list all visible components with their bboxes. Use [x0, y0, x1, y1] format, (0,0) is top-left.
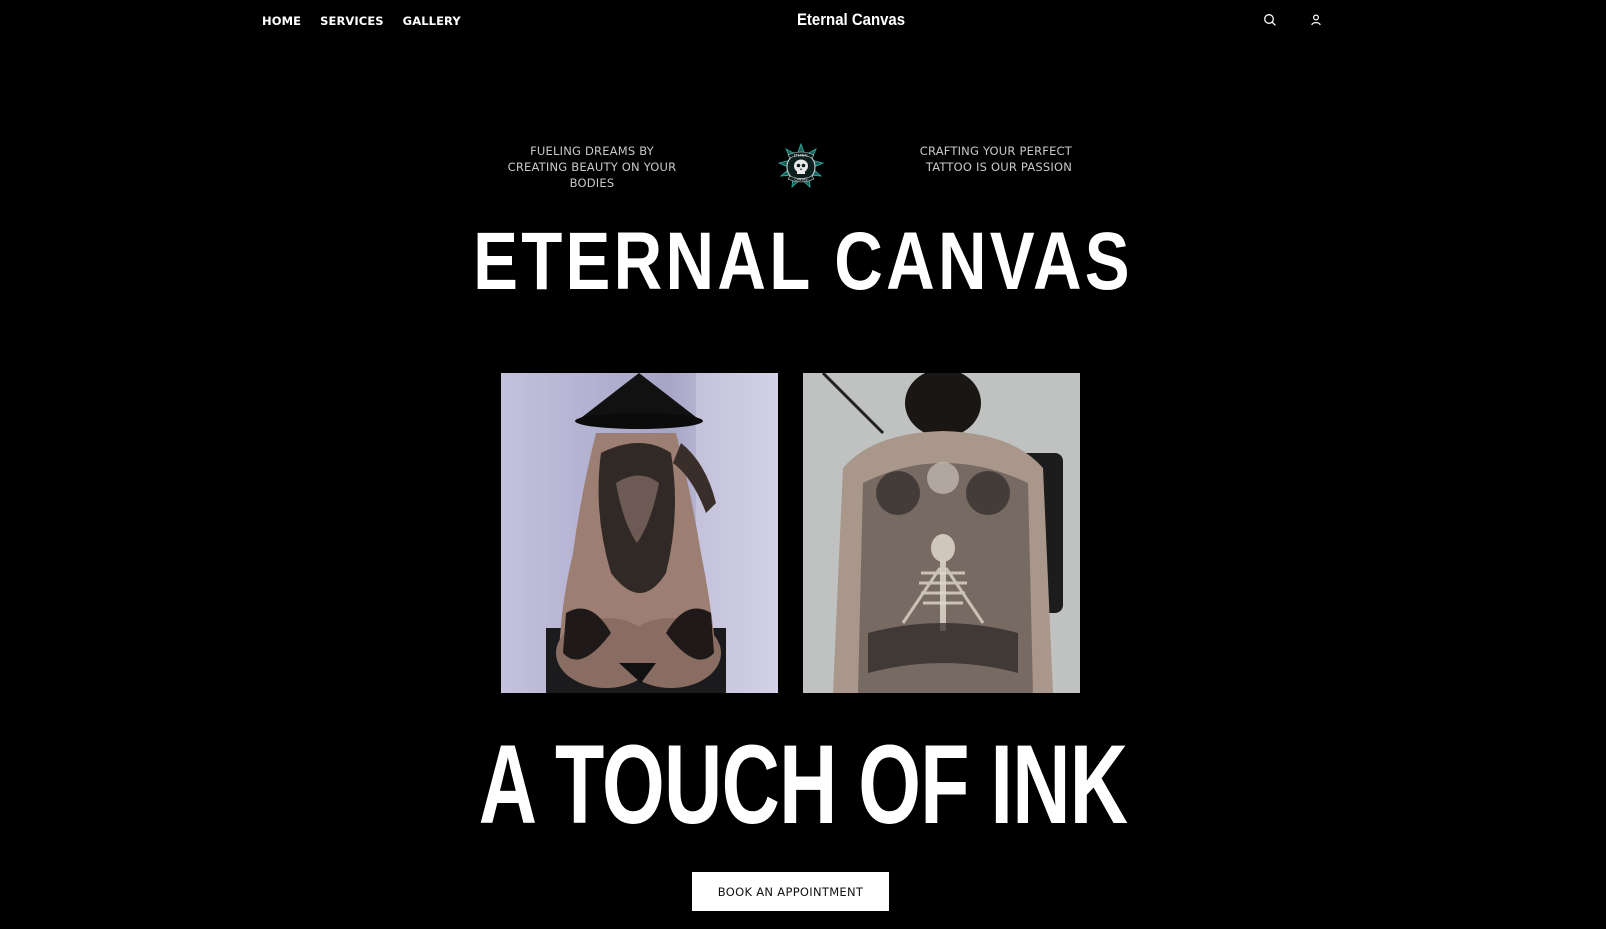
nav-services-link[interactable]: SERVICES [320, 13, 384, 29]
top-navigation: HOME SERVICES GALLERY Eternal Canvas [0, 0, 1606, 42]
tattoo-photo-left [501, 373, 778, 693]
tagline-right: CRAFTING YOUR PERFECT TATTOO IS OUR PASS… [919, 144, 1072, 174]
book-appointment-button[interactable]: BOOK AN APPOINTMENT [692, 872, 889, 911]
logo-text-top: ETERNAL [794, 154, 809, 158]
nav-home-link[interactable]: HOME [262, 13, 301, 29]
logo-text-bottom: CANVAS [795, 178, 808, 182]
search-icon[interactable] [1262, 12, 1278, 28]
user-icon[interactable] [1308, 12, 1324, 28]
nav-gallery-link[interactable]: GALLERY [403, 13, 461, 29]
skull-logo-badge: ETERNAL CANVAS [777, 142, 825, 193]
hero-title: ETERNAL CANVAS [473, 216, 1133, 307]
hero-subtitle: A TOUCH OF INK [478, 722, 1128, 847]
brand-logo-text[interactable]: Eternal Canvas [789, 10, 914, 30]
tagline-left: FUELING DREAMS BY CREATING BEAUTY ON YOU… [507, 144, 677, 190]
main-nav: HOME SERVICES GALLERY [262, 13, 461, 29]
tattoo-photo-right [803, 373, 1080, 693]
